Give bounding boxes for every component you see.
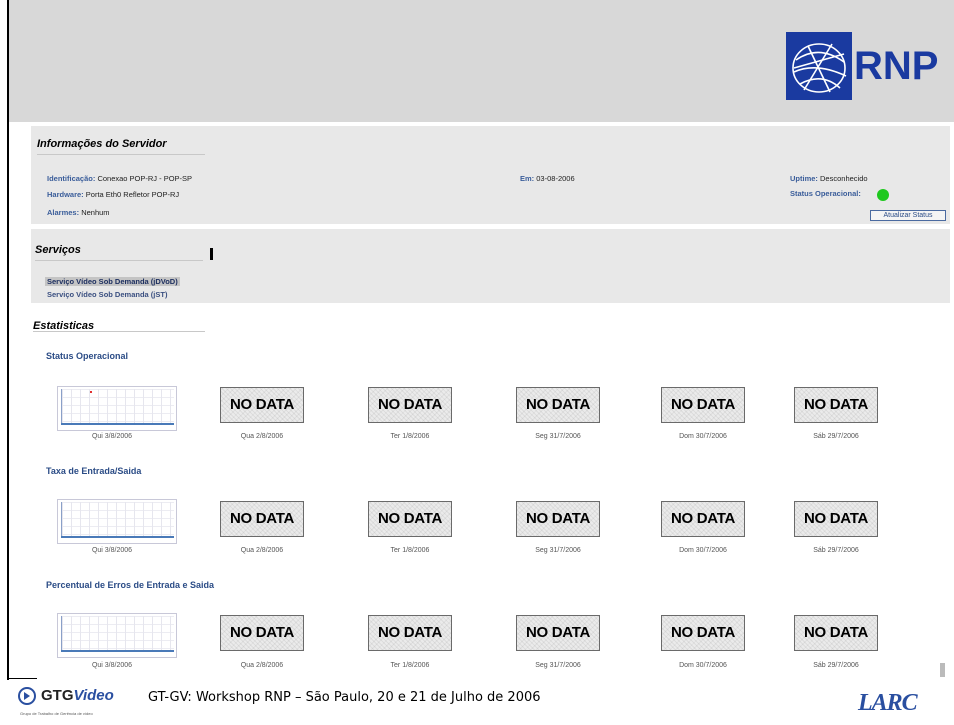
graph-grid: [62, 389, 174, 424]
em-label: Em:: [520, 174, 535, 183]
graph-y-axis: [61, 389, 62, 425]
graph-date-caption: Ter 1/8/2006: [390, 662, 430, 669]
identificacao-value: Conexao POP-RJ - POP-SP: [97, 174, 193, 183]
alarmes-label: Alarmes:: [47, 208, 80, 217]
graph-y-axis: [61, 616, 62, 652]
play-icon: [24, 692, 30, 700]
field-hardware: Hardware: Porta Eth0 Refletor POP-RJ: [47, 190, 179, 199]
graph-x-axis: [61, 650, 174, 652]
graph-date-caption: Qui 3/8/2006: [91, 433, 133, 440]
service-item-jdvod[interactable]: Serviço Vídeo Sob Demanda (jDVoD): [45, 277, 180, 286]
status-indicator-icon: [877, 189, 889, 201]
uptime-label: Uptime:: [790, 174, 818, 183]
uptime-value: Desconhecido: [820, 174, 868, 183]
graph-date-caption: Ter 1/8/2006: [390, 547, 430, 554]
graph-grid: [62, 502, 174, 537]
graph-date-caption: Dom 30/7/2006: [679, 433, 727, 440]
services-panel: [31, 229, 950, 303]
no-data-image[interactable]: NO DATA: [661, 615, 745, 651]
graph-date-caption: Sáb 29/7/2006: [813, 547, 859, 554]
service-item-jst[interactable]: Serviço Vídeo Sob Demanda (jST): [47, 290, 167, 299]
field-alarmes: Alarmes: Nenhum: [47, 208, 110, 217]
identificacao-label: Identificação:: [47, 174, 96, 183]
no-data-image[interactable]: NO DATA: [220, 387, 304, 423]
no-data-image[interactable]: NO DATA: [794, 501, 878, 537]
text-cursor: [210, 248, 213, 260]
rnp-wordmark: RNP: [854, 44, 939, 88]
stat-section-title: Status Operacional: [46, 351, 129, 361]
services-divider: [35, 260, 203, 261]
larc-logo: LARC: [858, 690, 918, 716]
graph-y-axis: [61, 502, 62, 538]
graph-date-caption: Qua 2/8/2006: [240, 547, 284, 554]
graph-date-caption: Seg 31/7/2006: [535, 433, 581, 440]
rnp-logo: RNP: [786, 32, 954, 100]
no-data-image[interactable]: NO DATA: [368, 501, 452, 537]
graph-thumbnail[interactable]: [57, 499, 177, 544]
field-identificacao: Identificação: Conexao POP-RJ - POP-SP: [47, 174, 192, 183]
graph-date-caption: Dom 30/7/2006: [679, 547, 727, 554]
em-value: 03-08-2006: [536, 174, 575, 183]
no-data-image[interactable]: NO DATA: [794, 387, 878, 423]
graph-date-caption: Sáb 29/7/2006: [813, 662, 859, 669]
no-data-image[interactable]: NO DATA: [516, 615, 600, 651]
scrollbar-thumb[interactable]: [940, 663, 945, 677]
graph-thumbnail[interactable]: [57, 386, 177, 431]
graph-x-axis: [61, 423, 174, 425]
field-status: Status Operacional:: [790, 189, 861, 198]
server-info-divider: [37, 154, 205, 155]
no-data-image[interactable]: NO DATA: [220, 615, 304, 651]
no-data-image[interactable]: NO DATA: [220, 501, 304, 537]
graph-date-caption: Qua 2/8/2006: [240, 433, 284, 440]
graph-thumbnail[interactable]: [57, 613, 177, 658]
gtg-wordmark: GTGVideo: [41, 687, 114, 704]
graph-date-caption: Ter 1/8/2006: [390, 433, 430, 440]
graph-x-axis: [61, 536, 174, 538]
hardware-value: Porta Eth0 Refletor POP-RJ: [85, 190, 180, 199]
graph-date-caption: Qua 2/8/2006: [240, 662, 284, 669]
graph-date-caption: Qui 3/8/2006: [91, 547, 133, 554]
alarmes-value: Nenhum: [81, 208, 110, 217]
stat-section-title: Taxa de Entrada/Saida: [46, 466, 142, 476]
no-data-image[interactable]: NO DATA: [794, 615, 878, 651]
graph-date-caption: Seg 31/7/2006: [535, 547, 581, 554]
graph-date-caption: Qui 3/8/2006: [91, 662, 133, 669]
graph-grid: [62, 616, 174, 651]
no-data-image[interactable]: NO DATA: [368, 615, 452, 651]
field-em: Em: 03-08-2006: [520, 174, 575, 183]
hardware-label: Hardware:: [47, 190, 84, 199]
no-data-image[interactable]: NO DATA: [368, 387, 452, 423]
graph-date-caption: Seg 31/7/2006: [535, 662, 581, 669]
no-data-image[interactable]: NO DATA: [661, 501, 745, 537]
graph-date-caption: Dom 30/7/2006: [679, 662, 727, 669]
field-uptime: Uptime: Desconhecido: [790, 174, 868, 183]
slide-frame-bottom: [7, 678, 37, 679]
refresh-status-button[interactable]: Atualizar Status: [870, 210, 946, 221]
graph-marker: [90, 391, 92, 393]
stat-section-title: Percentual de Erros de Entrada e Saida: [46, 580, 215, 590]
no-data-image[interactable]: NO DATA: [516, 501, 600, 537]
services-title: Serviços: [35, 244, 81, 256]
server-info-title: Informações do Servidor: [37, 138, 167, 150]
graph-date-caption: Sáb 29/7/2006: [813, 433, 859, 440]
stats-divider: [33, 331, 205, 332]
gtg-subtitle: Grupo de Trabalho de Gerência de vídeo: [20, 711, 93, 716]
gtg-wordmark-b: Video: [73, 687, 114, 704]
footer-caption: GT-GV: Workshop RNP – São Paulo, 20 e 21…: [148, 690, 541, 705]
page-header: RNP: [9, 0, 954, 122]
no-data-image[interactable]: NO DATA: [516, 387, 600, 423]
gtg-wordmark-a: GTG: [41, 687, 74, 704]
no-data-image[interactable]: NO DATA: [661, 387, 745, 423]
status-label: Status Operacional:: [790, 189, 861, 198]
gtg-video-logo: GTGVideo Grupo de Trabalho de Gerência d…: [18, 683, 138, 723]
rnp-globe-icon: [786, 32, 852, 100]
